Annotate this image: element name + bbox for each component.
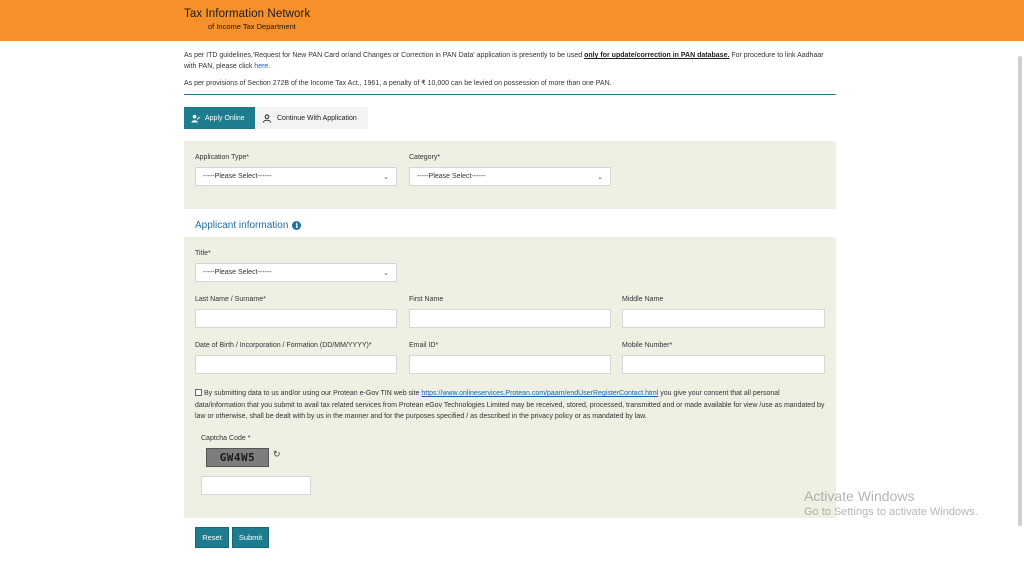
tab-continue-application[interactable]: Continue With Application <box>255 107 368 129</box>
scrollbar[interactable] <box>1018 56 1022 526</box>
info-icon[interactable]: i <box>292 221 302 230</box>
middle-name-field[interactable] <box>622 309 825 328</box>
person-icon <box>262 113 272 123</box>
email-label: Email ID* <box>409 342 439 349</box>
watermark-title: Activate Windows <box>804 488 915 504</box>
consent-checkbox[interactable] <box>195 389 202 396</box>
category-select[interactable]: -----Please Select------ ⌄ <box>409 167 611 186</box>
chevron-down-icon: ⌄ <box>597 174 603 181</box>
middle-name-label: Middle Name <box>622 296 664 303</box>
notice-bold-text: only for update/correction in PAN databa… <box>584 52 730 59</box>
first-name-field[interactable] <box>409 309 611 328</box>
first-name-label: First Name <box>409 296 444 303</box>
dob-label: Date of Birth / Incorporation / Formatio… <box>195 342 372 349</box>
application-type-select[interactable]: -----Please Select------ ⌄ <box>195 167 397 186</box>
dob-field[interactable] <box>195 355 397 374</box>
aadhaar-link[interactable]: here. <box>254 63 270 70</box>
captcha-image: GW4W5 <box>206 448 269 467</box>
reset-button[interactable]: Reset <box>195 527 229 548</box>
tab-apply-online[interactable]: Apply Online <box>184 107 255 129</box>
captcha-input[interactable] <box>201 476 311 495</box>
consent-link[interactable]: https://www.onlineservices.Protean.com/p… <box>421 390 658 397</box>
tab-continue-label: Continue With Application <box>277 114 357 122</box>
tab-apply-online-label: Apply Online <box>205 114 245 122</box>
mobile-field[interactable] <box>622 355 825 374</box>
refresh-icon[interactable]: ↻ <box>273 449 281 460</box>
brand-subtitle: of Income Tax Department <box>208 21 296 31</box>
captcha-code: GW4W5 <box>219 451 256 464</box>
submit-button[interactable]: Submit <box>232 527 269 548</box>
tab-bar: Apply Online Continue With Application <box>184 107 368 129</box>
chevron-down-icon: ⌄ <box>383 174 389 181</box>
title-label: Title* <box>195 250 211 257</box>
watermark-subtitle: Go to Settings to activate Windows. <box>804 506 978 518</box>
title-select[interactable]: -----Please Select------ ⌄ <box>195 263 397 282</box>
last-name-field[interactable] <box>195 309 397 328</box>
penalty-notice: As per provisions of Section 272B of the… <box>184 80 612 87</box>
captcha-label: Captcha Code * <box>201 435 251 442</box>
person-edit-icon <box>191 114 200 123</box>
windows-activation-watermark: Activate Windows Go to Settings to activ… <box>804 488 978 518</box>
chevron-down-icon: ⌄ <box>383 270 389 277</box>
brand-logo[interactable]: Tax Information Network of Income Tax De… <box>184 8 311 31</box>
top-header-bar: Tax Information Network of Income Tax De… <box>0 0 1024 41</box>
brand-title: Tax Information Network <box>184 8 311 20</box>
applicant-info-title: Applicant information i <box>195 220 302 231</box>
divider <box>184 94 836 95</box>
category-label: Category* <box>409 154 441 161</box>
consent-text: By submitting data to us and/or using ou… <box>195 389 825 420</box>
last-name-label: Last Name / Surname* <box>195 296 266 303</box>
email-field[interactable] <box>409 355 611 374</box>
mobile-label: Mobile Number* <box>622 342 673 349</box>
application-type-label: Application Type* <box>195 154 249 161</box>
guideline-notice: As per ITD guidelines,'Request for New P… <box>184 52 824 70</box>
